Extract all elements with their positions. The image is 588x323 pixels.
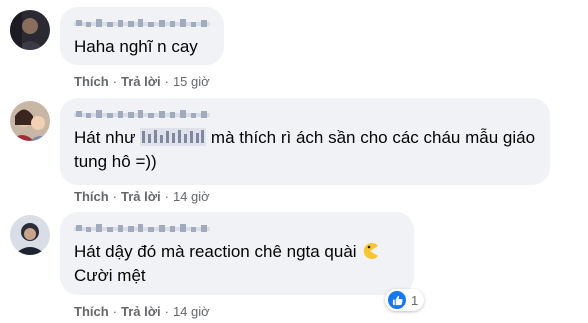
like-button[interactable]: Thích (74, 304, 109, 319)
comment-bubble: Haha nghĩ n cay (60, 7, 224, 65)
comment-actions: Thích · Trả lời · 14 giờ (74, 189, 210, 204)
comment-text: Hát như mà thích rì ách sần cho các cháu… (74, 126, 536, 174)
comment-bubble: Hát như mà thích rì ách sần cho các cháu… (60, 98, 550, 185)
reply-button[interactable]: Trả lời (121, 304, 161, 319)
avatar[interactable] (10, 10, 50, 50)
blurred-author-name[interactable] (74, 221, 210, 237)
comment-actions: Thích · Trả lời · 15 giờ (74, 74, 210, 89)
blurred-author-name[interactable] (74, 107, 210, 123)
avatar[interactable] (10, 215, 50, 255)
avatar[interactable] (10, 101, 50, 141)
blurred-author-name[interactable] (74, 16, 210, 32)
reply-button[interactable]: Trả lời (121, 189, 161, 204)
timestamp[interactable]: 15 giờ (173, 74, 210, 89)
comment-text-line2: Cười mệt (74, 266, 146, 285)
comment-text-line1: Hát dậy đó mà reaction chê ngta quài (74, 242, 357, 261)
pac-man-icon (364, 243, 379, 259)
reaction-count: 1 (411, 292, 419, 308)
thumbs-up-icon (388, 291, 406, 309)
comment-text: Haha nghĩ n cay (74, 37, 198, 56)
like-button[interactable]: Thích (74, 189, 109, 204)
like-button[interactable]: Thích (74, 74, 109, 89)
timestamp[interactable]: 14 giờ (173, 189, 210, 204)
blurred-mention (140, 128, 207, 146)
timestamp[interactable]: 14 giờ (173, 304, 210, 319)
comment-text-start: Hát như (74, 128, 141, 147)
reaction-summary[interactable]: 1 (385, 289, 425, 311)
comment-bubble: Hát dậy đó mà reaction chê ngta quài Cườ… (60, 212, 414, 295)
comment-text: Hát dậy đó mà reaction chê ngta quài Cườ… (74, 240, 400, 288)
comment-actions: Thích · Trả lời · 14 giờ (74, 304, 210, 319)
reply-button[interactable]: Trả lời (121, 74, 161, 89)
